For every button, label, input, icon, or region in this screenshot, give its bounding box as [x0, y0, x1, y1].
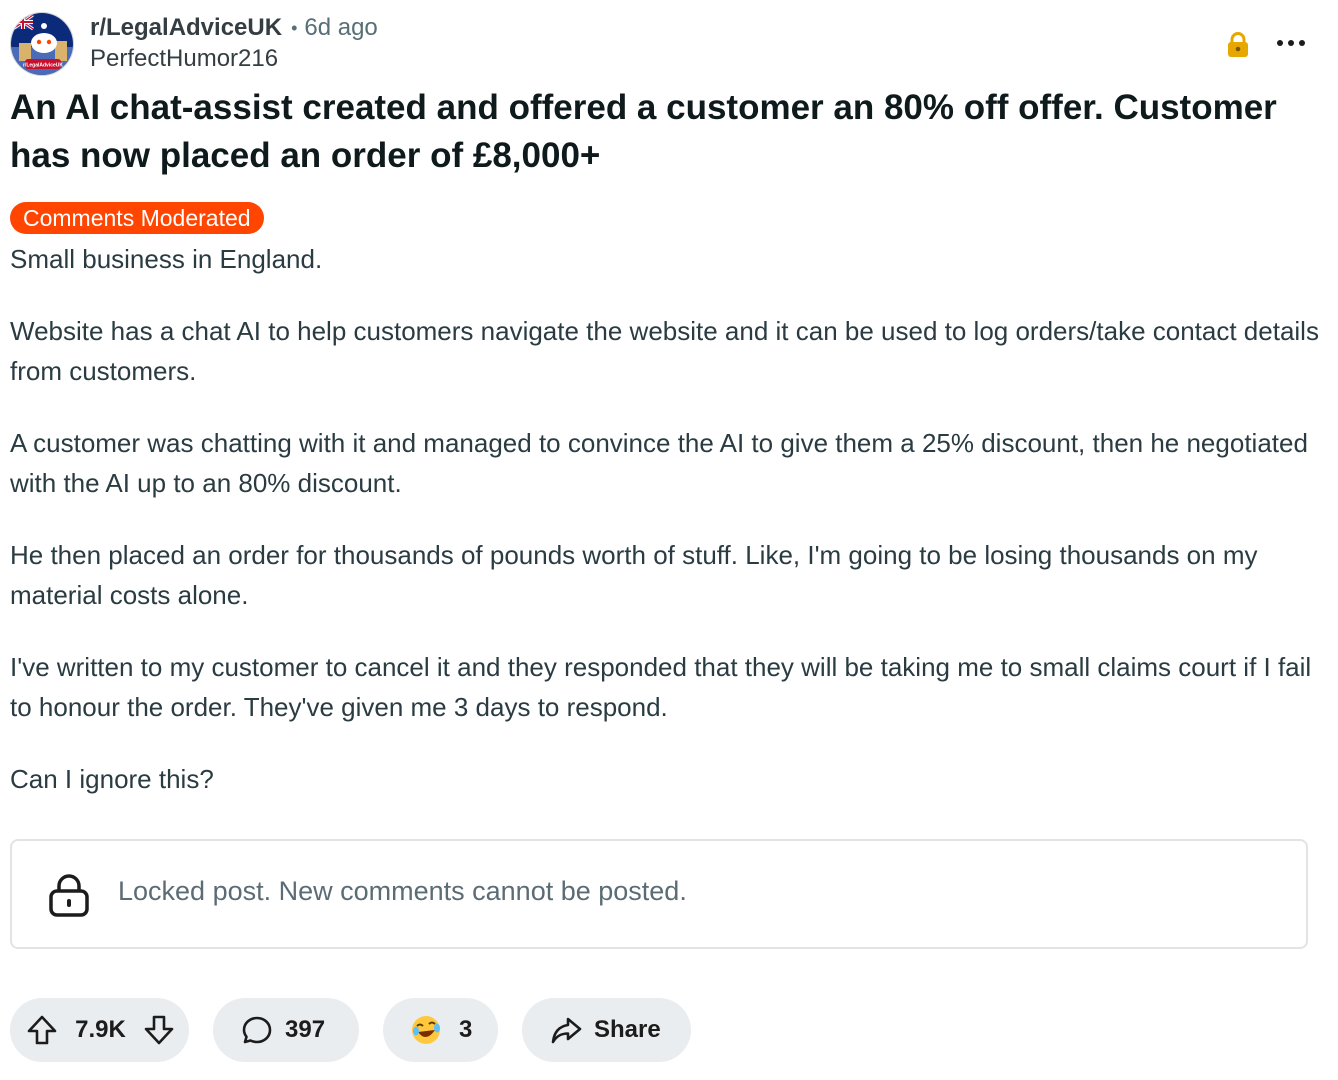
- vote-control: 7.9K: [10, 998, 189, 1062]
- comment-count: 397: [285, 1016, 326, 1043]
- share-button[interactable]: Share: [522, 998, 691, 1062]
- subreddit-avatar-icon: r/LegalAdviceUK: [11, 13, 73, 75]
- meta-separator: •: [291, 17, 298, 38]
- upvote-icon[interactable]: [26, 1014, 58, 1046]
- comment-icon: [242, 1016, 272, 1044]
- post-body-paragraph: A customer was chatting with it and mana…: [10, 428, 1308, 498]
- award-icon: [412, 1016, 440, 1044]
- post-time: 6d ago: [304, 14, 378, 41]
- post-author[interactable]: PerfectHumor216: [90, 45, 278, 73]
- post-body-paragraph: He then placed an order for thousands of…: [10, 540, 1258, 610]
- more-options-icon[interactable]: [1276, 36, 1306, 50]
- post-body-paragraph: Website has a chat AI to help customers …: [10, 316, 1319, 386]
- share-label: Share: [594, 1016, 661, 1043]
- subreddit-avatar[interactable]: r/LegalAdviceUK: [10, 12, 74, 76]
- subreddit-name[interactable]: r/LegalAdviceUK: [90, 14, 282, 42]
- post-flair[interactable]: Comments Moderated: [10, 202, 264, 234]
- share-icon: [551, 1017, 582, 1044]
- post-body-paragraph: I've written to my customer to cancel it…: [10, 652, 1312, 722]
- post-body-paragraph: Can I ignore this?: [10, 764, 214, 794]
- comments-button[interactable]: 397: [213, 998, 359, 1062]
- post-body: Small business in England. Website has a…: [10, 239, 1320, 831]
- downvote-icon[interactable]: [143, 1014, 175, 1046]
- avatar-label: r/LegalAdviceUK: [23, 63, 63, 69]
- locked-notice: Locked post. New comments cannot be post…: [10, 839, 1308, 949]
- post-title[interactable]: An AI chat-assist created and offered a …: [10, 84, 1320, 180]
- lock-icon: [49, 874, 89, 917]
- post-body-paragraph: Small business in England.: [10, 244, 323, 274]
- post-action-bar: 7.9K 397 3 Share: [10, 998, 691, 1062]
- post-meta-line: r/LegalAdviceUK • 6d ago: [90, 12, 378, 44]
- locked-notice-text: Locked post. New comments cannot be post…: [118, 876, 687, 906]
- lock-icon: [1228, 32, 1248, 57]
- vote-score: 7.9K: [75, 1016, 126, 1043]
- award-button[interactable]: 3: [383, 998, 498, 1062]
- award-count: 3: [459, 1016, 473, 1043]
